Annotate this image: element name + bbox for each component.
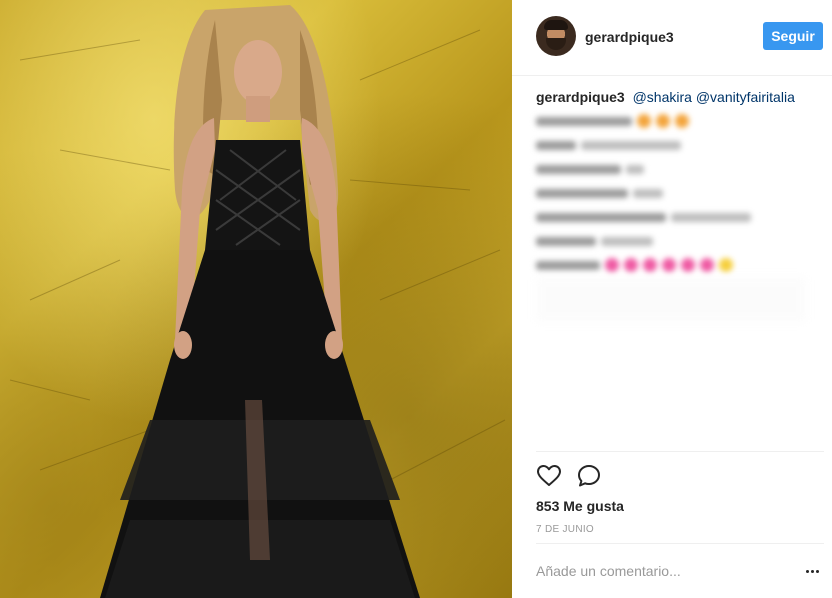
comment-text-blur bbox=[536, 236, 596, 246]
comment-text-blur bbox=[601, 236, 653, 246]
emoji-icon bbox=[662, 258, 676, 272]
follow-button[interactable]: Seguir bbox=[763, 22, 823, 50]
comment-text-blur bbox=[536, 140, 576, 150]
comment-row bbox=[536, 234, 653, 248]
post-caption: gerardpique3 @shakira @vanityfairitalia bbox=[536, 89, 795, 105]
add-comment-divider bbox=[536, 543, 824, 544]
post-date: 7 DE JUNIO bbox=[536, 524, 595, 535]
comment-fade bbox=[536, 277, 806, 322]
likes-count[interactable]: 853 Me gusta bbox=[536, 498, 624, 514]
author-avatar[interactable] bbox=[536, 16, 576, 56]
actions-divider bbox=[536, 451, 824, 452]
dot bbox=[811, 569, 814, 573]
blurred-comments bbox=[536, 112, 811, 322]
author-username[interactable]: gerardpique3 bbox=[585, 29, 674, 45]
comment-text-blur bbox=[536, 116, 632, 126]
mention-link[interactable]: @vanityfairitalia bbox=[696, 89, 795, 105]
comment-row bbox=[536, 258, 733, 272]
photo-illustration bbox=[9, 5, 506, 598]
mention-link[interactable]: @shakira bbox=[633, 89, 692, 105]
post-photo[interactable] bbox=[0, 0, 512, 598]
comment-row bbox=[536, 210, 751, 224]
comment-text-blur bbox=[626, 164, 644, 174]
comment-text-blur bbox=[581, 140, 681, 150]
emoji-icon bbox=[675, 114, 689, 128]
comment-text-blur bbox=[536, 188, 628, 198]
speech-bubble-icon[interactable] bbox=[576, 463, 602, 489]
emoji-icon bbox=[637, 114, 651, 128]
comment-text-blur bbox=[536, 212, 666, 222]
comment-text-blur bbox=[536, 260, 600, 270]
heart-icon[interactable] bbox=[536, 463, 562, 489]
comment-row bbox=[536, 138, 681, 152]
dot bbox=[816, 569, 819, 573]
comment-row bbox=[536, 114, 689, 128]
comment-row bbox=[536, 162, 644, 176]
avatar-hair bbox=[544, 20, 568, 30]
comment-text-blur bbox=[633, 188, 663, 198]
post-side-panel: gerardpique3 Seguir gerardpique3 @shakir… bbox=[512, 0, 832, 598]
emoji-icon bbox=[643, 258, 657, 272]
emoji-icon bbox=[605, 258, 619, 272]
comment-text-blur bbox=[671, 212, 751, 222]
emoji-icon bbox=[700, 258, 714, 272]
emoji-icon bbox=[656, 114, 670, 128]
comment-text-blur bbox=[536, 164, 621, 174]
emoji-icon bbox=[624, 258, 638, 272]
emoji-icon bbox=[681, 258, 695, 272]
comment-row bbox=[536, 186, 663, 200]
comment-input[interactable] bbox=[536, 559, 776, 583]
dot bbox=[806, 569, 809, 573]
emoji-icon bbox=[719, 258, 733, 272]
avatar-beard bbox=[546, 38, 566, 50]
ellipsis-icon[interactable] bbox=[806, 565, 822, 577]
post-header: gerardpique3 Seguir bbox=[512, 0, 832, 76]
caption-username[interactable]: gerardpique3 bbox=[536, 89, 625, 105]
